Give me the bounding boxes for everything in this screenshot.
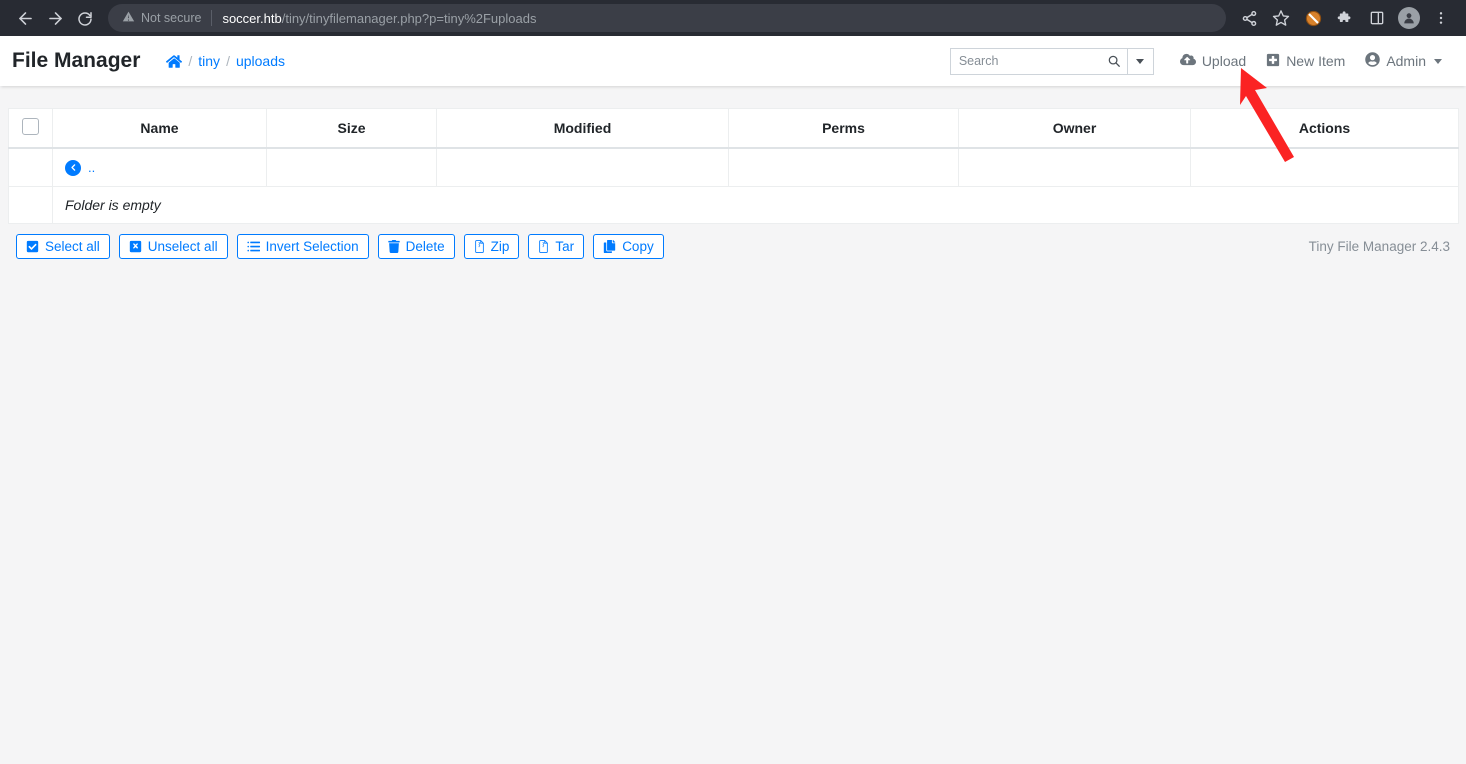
column-header-actions[interactable]: Actions	[1190, 108, 1459, 149]
adblock-icon[interactable]	[1298, 3, 1328, 33]
x-square-icon	[129, 240, 142, 253]
selection-toolbar: Select all Unselect all Invert Selection…	[8, 224, 1458, 259]
row-size-cell	[266, 147, 437, 187]
browser-toolbar: Not secure soccer.htb/tiny/tinyfilemanag…	[0, 0, 1466, 36]
navbar-links: Upload New Item Admin	[1170, 52, 1452, 70]
list-icon	[246, 240, 260, 253]
zip-button-label: Zip	[490, 238, 510, 254]
copy-button-label: Copy	[622, 238, 654, 254]
file-archive-icon	[474, 239, 485, 253]
tar-button-label: Tar	[555, 238, 575, 254]
select-all-checkbox[interactable]	[22, 118, 39, 135]
invert-selection-button-label: Invert Selection	[265, 238, 359, 254]
omnibox-divider	[211, 10, 213, 26]
url-text: soccer.htb/tiny/tinyfilemanager.php?p=ti…	[222, 11, 536, 26]
breadcrumb-separator-2: /	[226, 53, 230, 69]
forward-arrow-icon[interactable]	[40, 3, 70, 33]
site-security-status[interactable]: Not secure	[122, 10, 201, 26]
copy-icon	[603, 239, 616, 253]
chevron-down-icon	[1434, 58, 1442, 64]
table-body: .. Folder is empty	[8, 147, 1459, 224]
new-item-link[interactable]: New Item	[1256, 53, 1355, 70]
delete-button-label: Delete	[405, 238, 445, 254]
profile-avatar-icon[interactable]	[1394, 3, 1424, 33]
row-actions-cell	[1190, 147, 1459, 187]
column-header-modified[interactable]: Modified	[436, 108, 729, 149]
parent-directory-link[interactable]: ..	[65, 159, 96, 176]
extensions-puzzle-icon[interactable]	[1330, 3, 1360, 33]
main-content: Name Size Modified Perms Owner Actions .…	[0, 108, 1466, 259]
avatar	[1398, 7, 1420, 29]
unselect-all-button-label: Unselect all	[147, 238, 218, 254]
select-all-header-cell	[8, 108, 53, 149]
select-all-button[interactable]: Select all	[16, 233, 110, 259]
row-perms-cell	[728, 147, 959, 187]
admin-menu-label: Admin	[1386, 53, 1426, 69]
home-icon[interactable]	[166, 54, 183, 69]
side-panel-icon[interactable]	[1362, 3, 1392, 33]
parent-directory-cell: ..	[52, 147, 267, 187]
security-label: Not secure	[141, 11, 202, 25]
plus-square-icon	[1266, 53, 1280, 70]
reload-icon[interactable]	[70, 3, 100, 33]
column-header-owner[interactable]: Owner	[958, 108, 1191, 149]
page-title: File Manager	[12, 49, 141, 72]
user-circle-icon	[1365, 52, 1381, 70]
url-path: /tiny/tinyfilemanager.php?p=tiny%2Fuploa…	[281, 10, 537, 26]
column-header-name[interactable]: Name	[52, 108, 267, 149]
admin-menu[interactable]: Admin	[1355, 52, 1452, 70]
warning-triangle-icon	[122, 10, 135, 26]
file-list-table: Name Size Modified Perms Owner Actions .…	[8, 108, 1459, 224]
breadcrumb-separator-1: /	[188, 53, 193, 69]
zip-button[interactable]: Zip	[463, 233, 520, 259]
url-host: soccer.htb	[222, 10, 282, 26]
column-header-size[interactable]: Size	[266, 108, 437, 149]
delete-button[interactable]: Delete	[377, 233, 455, 259]
back-circle-icon	[65, 159, 81, 176]
search-icon[interactable]	[1107, 54, 1121, 68]
app-navbar: File Manager / tiny / uploads Upload	[0, 36, 1466, 86]
unselect-all-button[interactable]: Unselect all	[118, 233, 228, 259]
table-header-row: Name Size Modified Perms Owner Actions	[8, 108, 1459, 149]
breadcrumb: / tiny / uploads	[166, 53, 285, 69]
new-item-link-label: New Item	[1286, 53, 1346, 69]
row-owner-cell	[958, 147, 1191, 187]
breadcrumb-item-tiny[interactable]: tiny	[198, 53, 220, 69]
search-options-dropdown[interactable]	[1127, 47, 1154, 75]
chevron-down-icon	[1136, 58, 1145, 64]
share-icon[interactable]	[1234, 3, 1264, 33]
row-modified-cell	[436, 147, 729, 187]
tar-button[interactable]: Tar	[528, 233, 585, 259]
address-bar[interactable]: Not secure soccer.htb/tiny/tinyfilemanag…	[108, 4, 1226, 32]
file-archive-icon	[538, 239, 549, 253]
checked-box-icon	[26, 240, 39, 253]
row-checkbox-cell	[8, 147, 53, 187]
app-version-label: Tiny File Manager 2.4.3	[1308, 238, 1450, 254]
bookmark-star-icon[interactable]	[1266, 3, 1296, 33]
upload-link[interactable]: Upload	[1170, 53, 1256, 69]
search-input[interactable]	[958, 54, 1107, 68]
browser-action-icons	[1234, 3, 1456, 33]
back-arrow-icon[interactable]	[10, 3, 40, 33]
empty-row-checkbox-cell	[8, 185, 53, 224]
search-box[interactable]	[949, 47, 1128, 75]
invert-selection-button[interactable]: Invert Selection	[236, 233, 369, 259]
empty-folder-message: Folder is empty	[65, 196, 161, 213]
breadcrumb-item-uploads[interactable]: uploads	[236, 53, 285, 69]
copy-button[interactable]: Copy	[593, 233, 664, 259]
trash-icon	[387, 239, 400, 253]
empty-folder-cell: Folder is empty	[52, 185, 1459, 224]
table-row: Folder is empty	[8, 185, 1459, 224]
column-header-perms[interactable]: Perms	[728, 108, 959, 149]
search-group	[949, 47, 1154, 75]
table-header: Name Size Modified Perms Owner Actions	[8, 108, 1459, 149]
select-all-button-label: Select all	[45, 238, 100, 254]
cloud-upload-icon	[1179, 53, 1196, 69]
table-row: ..	[8, 147, 1459, 187]
upload-link-label: Upload	[1201, 53, 1247, 69]
kebab-menu-icon[interactable]	[1426, 3, 1456, 33]
parent-directory-label: ..	[88, 160, 96, 175]
